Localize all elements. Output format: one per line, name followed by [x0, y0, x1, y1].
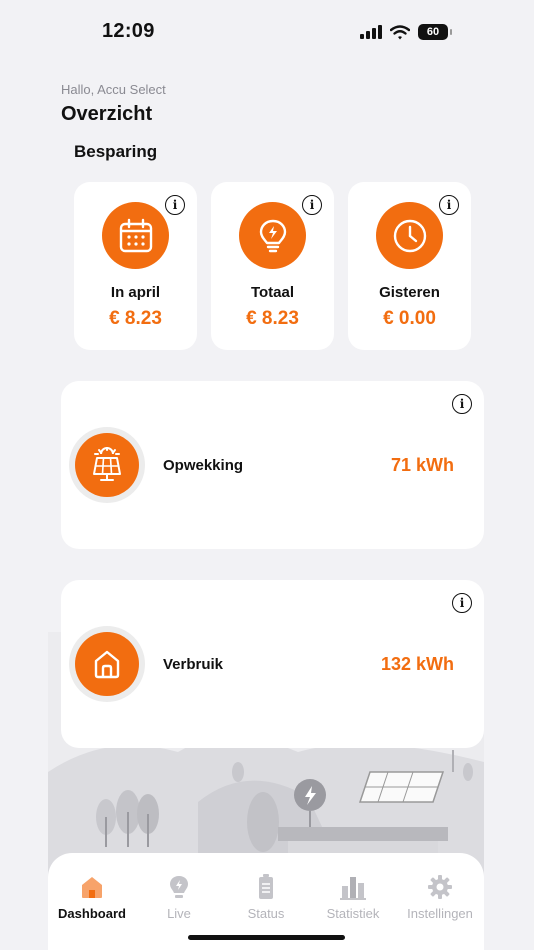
icon-ring — [69, 427, 145, 503]
status-bar: 12:09 60 — [0, 0, 534, 64]
energy-label: Opwekking — [163, 457, 244, 474]
saving-card-april[interactable]: i In april € 8.23 — [74, 182, 197, 350]
info-icon[interactable]: i — [452, 394, 472, 414]
saving-value: € 0.00 — [383, 308, 436, 329]
signal-icon — [360, 25, 382, 39]
saving-value: € 8.23 — [246, 308, 299, 329]
tab-instellingen[interactable]: Instellingen — [396, 873, 484, 921]
battery-icon — [222, 873, 310, 901]
battery-indicator: 60 — [418, 24, 452, 40]
wifi-icon — [390, 24, 410, 39]
info-icon[interactable]: i — [302, 195, 322, 215]
tab-status[interactable]: Status — [222, 873, 310, 921]
bar-chart-icon — [309, 873, 397, 901]
solar-panel-icon — [75, 433, 139, 497]
saving-label: Gisteren — [379, 284, 440, 301]
bulb-icon — [135, 873, 223, 901]
tab-label: Status — [247, 906, 285, 921]
calendar-icon — [102, 202, 169, 269]
energy-card-verbruik[interactable]: i Verbruik 132 kWh — [61, 580, 484, 748]
saving-label: Totaal — [250, 284, 295, 301]
tab-dashboard[interactable]: Dashboard — [48, 873, 136, 921]
tab-label: Dashboard — [58, 906, 126, 921]
house-icon — [75, 632, 139, 696]
info-icon[interactable]: i — [439, 195, 459, 215]
saving-value: € 8.23 — [109, 308, 162, 329]
lightbulb-icon — [239, 202, 306, 269]
info-icon[interactable]: i — [165, 195, 185, 215]
tab-label: Statistiek — [326, 906, 380, 921]
energy-label: Verbruik — [163, 656, 224, 673]
section-title-besparing: Besparing — [74, 142, 158, 161]
energy-value: 132 kWh — [380, 654, 454, 674]
tab-label: Instellingen — [407, 906, 473, 921]
gear-icon — [396, 873, 484, 901]
greeting: Hallo, Accu Select — [61, 82, 166, 97]
clock-icon — [376, 202, 443, 269]
icon-ring — [69, 626, 145, 702]
energy-value: 71 kWh — [390, 455, 454, 475]
saving-card-gisteren[interactable]: i Gisteren € 0.00 — [348, 182, 471, 350]
home-indicator[interactable] — [188, 935, 345, 940]
saving-card-totaal[interactable]: i Totaal € 8.23 — [211, 182, 334, 350]
tab-statistiek[interactable]: Statistiek — [309, 873, 397, 921]
status-icons: 60 — [360, 24, 452, 40]
info-icon[interactable]: i — [452, 593, 472, 613]
saving-label: In april — [110, 284, 161, 301]
tab-live[interactable]: Live — [135, 873, 223, 921]
tab-label: Live — [167, 906, 191, 921]
energy-card-opwekking[interactable]: i Opwekking 71 kWh — [61, 381, 484, 549]
page-title: Overzicht — [61, 103, 153, 125]
home-icon — [48, 873, 136, 901]
status-time: 12:09 — [102, 20, 155, 42]
